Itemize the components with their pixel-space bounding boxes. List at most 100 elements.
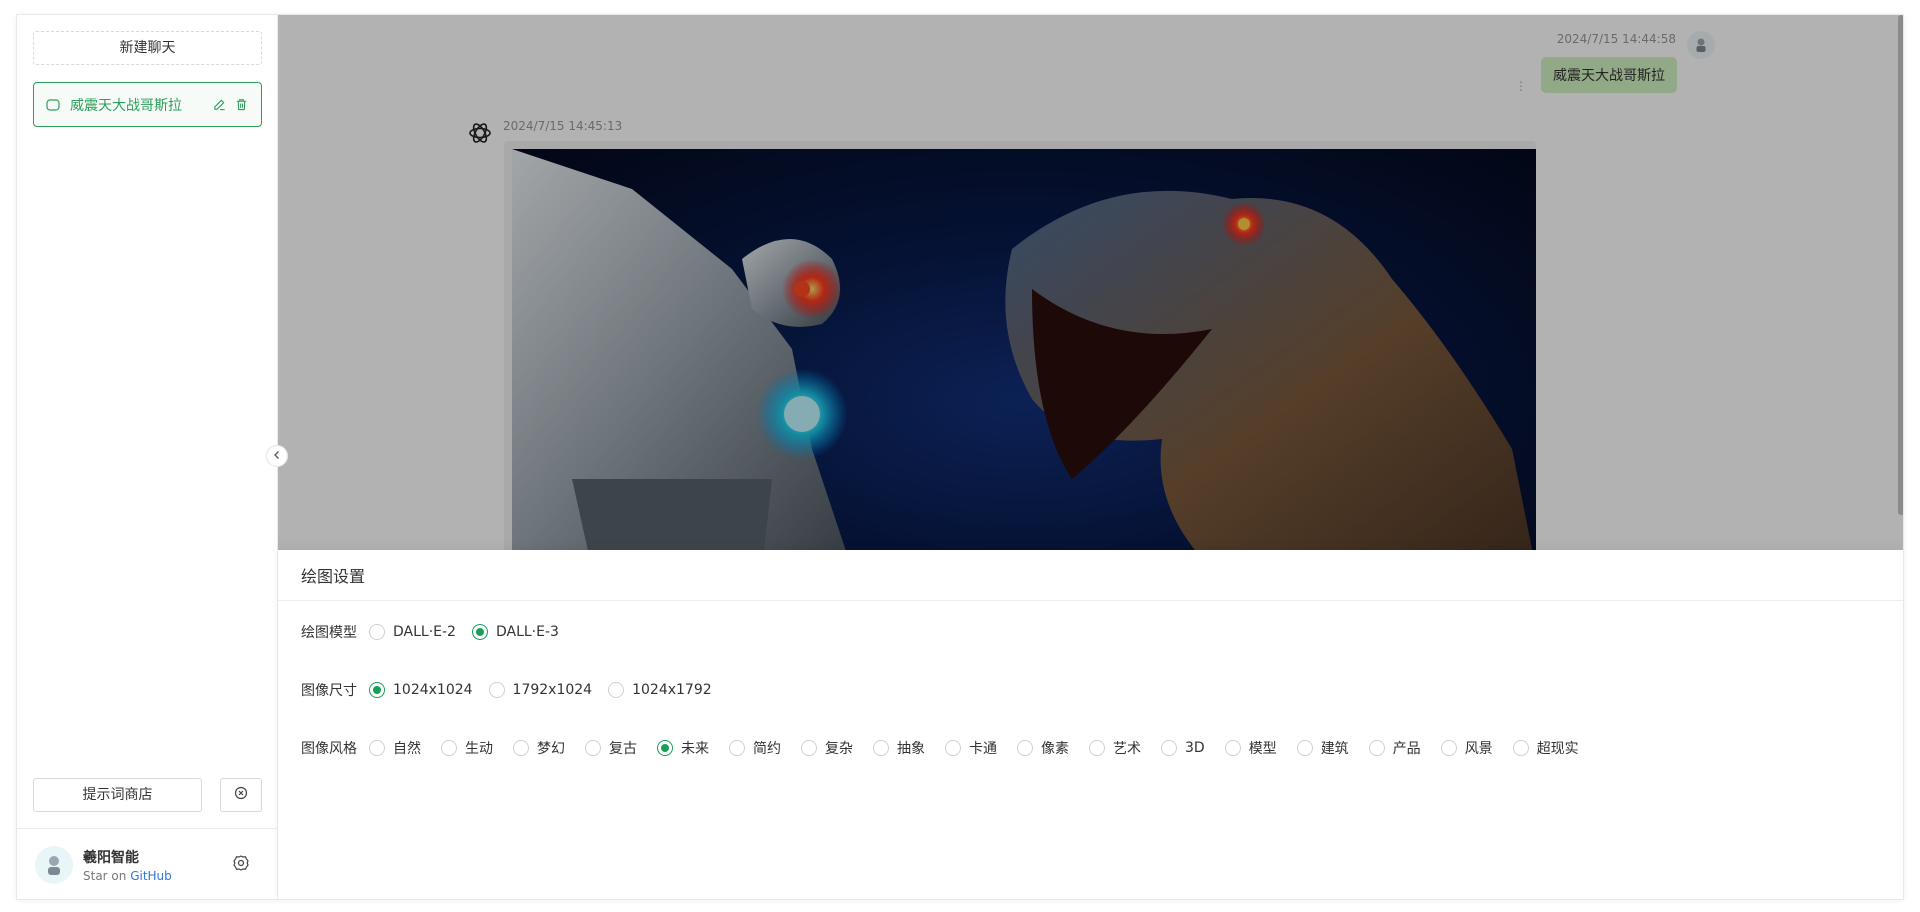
radio-button[interactable]	[369, 624, 385, 640]
collapse-sidebar-button[interactable]	[266, 445, 288, 467]
style-option[interactable]: 自然	[369, 738, 421, 758]
radio-label: 产品	[1392, 741, 1421, 757]
settings-button[interactable]	[231, 855, 251, 875]
gear-icon	[232, 854, 250, 876]
radio-button[interactable]	[471, 624, 488, 640]
radio-button[interactable]	[1161, 740, 1177, 756]
edit-icon[interactable]	[211, 97, 227, 113]
model-setting: 绘图模型 DALL·E-2 DALL·E-3	[301, 622, 575, 642]
radio-label: 简约	[753, 741, 781, 757]
radio-button[interactable]	[369, 740, 385, 756]
style-option[interactable]: 抽象	[873, 738, 925, 758]
radio-label: 建筑	[1320, 741, 1349, 757]
radio-button[interactable]	[488, 682, 505, 698]
star-text: Star on	[83, 869, 131, 883]
size-option[interactable]: 1024x1024	[369, 682, 473, 698]
radio-button[interactable]	[369, 682, 385, 698]
radio-label: 自然	[393, 741, 421, 757]
user-name: 羲阳智能	[83, 850, 139, 866]
size-label: 图像尺寸	[301, 683, 357, 699]
style-option[interactable]: 产品	[1368, 738, 1421, 758]
chat-title: 威震天大战哥斯拉	[70, 97, 182, 114]
radio-label: 1024x1792	[632, 682, 712, 698]
drawer-title: 绘图设置	[301, 567, 366, 586]
style-radio-group: 自然 生动 梦幻 复古 未来 简约 复杂 抽象 卡通 像素 艺术 3D 模型 建筑 产品 风景 超现实	[369, 738, 1599, 758]
radio-label: 风景	[1464, 741, 1493, 757]
size-radio-group: 1024x1024 1792x1024 1024x1792	[369, 682, 728, 698]
radio-button[interactable]	[1440, 740, 1457, 756]
drawer-header: 绘图设置	[278, 550, 1903, 601]
size-option[interactable]: 1024x1792	[608, 682, 712, 698]
style-option[interactable]: 艺术	[1089, 738, 1141, 758]
radio-button[interactable]	[1017, 740, 1033, 756]
radio-button[interactable]	[441, 740, 457, 756]
style-option[interactable]: 生动	[441, 738, 493, 758]
style-option[interactable]: 模型	[1224, 738, 1277, 758]
prompt-store-button[interactable]: 提示词商店	[33, 778, 202, 812]
radio-label: 卡通	[969, 741, 997, 757]
radio-label: 梦幻	[537, 741, 565, 757]
delete-icon[interactable]	[233, 97, 249, 113]
radio-label: 模型	[1248, 741, 1277, 757]
message-icon	[46, 98, 60, 111]
style-option[interactable]: 3D	[1161, 740, 1205, 756]
radio-label: 像素	[1041, 741, 1069, 757]
radio-button[interactable]	[801, 740, 817, 756]
close-circle-icon	[234, 786, 248, 804]
main-panel: 2024/7/15 14:44:58 威震天大战哥斯拉 ⋮ 2024/7/15 …	[278, 15, 1903, 899]
style-option[interactable]: 像素	[1017, 738, 1069, 758]
model-label: 绘图模型	[301, 625, 357, 641]
style-setting: 图像风格 自然 生动 梦幻 复古 未来 简约 复杂 抽象 卡通 像素 艺术 3D 模型 建筑 产品 风景 超现实	[301, 738, 1599, 758]
radio-button[interactable]	[657, 740, 673, 756]
radio-button[interactable]	[1368, 740, 1385, 756]
clear-history-button[interactable]	[220, 778, 262, 812]
size-option[interactable]: 1792x1024	[488, 682, 593, 698]
model-option[interactable]: DALL·E-3	[471, 624, 559, 640]
style-option[interactable]: 超现实	[1512, 738, 1579, 758]
model-radio-group: DALL·E-2 DALL·E-3	[369, 624, 575, 640]
radio-label: 复古	[609, 741, 637, 757]
radio-button[interactable]	[608, 682, 625, 698]
radio-label: 超现实	[1536, 741, 1579, 757]
radio-label: DALL·E-3	[495, 624, 559, 640]
radio-label: 未来	[681, 741, 709, 757]
chat-list-item[interactable]: 威震天大战哥斯拉	[33, 82, 262, 127]
radio-button[interactable]	[1512, 740, 1529, 756]
style-option[interactable]: 简约	[729, 738, 781, 758]
avatar[interactable]	[35, 846, 73, 884]
user-subtitle: Star on GitHub	[83, 869, 172, 883]
radio-button[interactable]	[1296, 740, 1313, 756]
sidebar: 新建聊天 威震天大战哥斯拉 提示词商店 羲阳智能 Star on GitHub	[17, 15, 278, 899]
radio-label: 1792x1024	[512, 682, 593, 698]
user-panel: 羲阳智能 Star on GitHub	[17, 828, 277, 899]
radio-label: 3D	[1185, 740, 1205, 756]
style-option[interactable]: 复杂	[801, 738, 853, 758]
radio-label: 复杂	[825, 741, 853, 757]
radio-button[interactable]	[513, 740, 529, 756]
radio-label: 1024x1024	[393, 682, 473, 698]
model-option[interactable]: DALL·E-2	[369, 624, 456, 640]
style-option[interactable]: 梦幻	[513, 738, 565, 758]
new-chat-button[interactable]: 新建聊天	[33, 31, 262, 65]
radio-label: 生动	[465, 741, 493, 757]
size-setting: 图像尺寸 1024x1024 1792x1024 1024x1792	[301, 680, 728, 700]
style-label: 图像风格	[301, 741, 357, 757]
radio-label: 抽象	[897, 741, 925, 757]
style-option[interactable]: 未来	[657, 738, 709, 758]
style-option[interactable]: 建筑	[1296, 738, 1349, 758]
radio-button[interactable]	[945, 740, 961, 756]
style-option[interactable]: 复古	[585, 738, 637, 758]
radio-button[interactable]	[729, 740, 745, 756]
style-option[interactable]: 风景	[1440, 738, 1493, 758]
radio-label: DALL·E-2	[393, 624, 456, 640]
chevron-left-icon	[272, 448, 282, 464]
drawing-settings-drawer: 绘图设置 绘图模型 DALL·E-2 DALL·E-3 图像尺寸 1024x102…	[278, 550, 1903, 899]
radio-button[interactable]	[585, 740, 601, 756]
github-link[interactable]: GitHub	[130, 869, 172, 883]
radio-button[interactable]	[873, 740, 889, 756]
radio-button[interactable]	[1224, 740, 1241, 756]
radio-button[interactable]	[1089, 740, 1105, 756]
app-window: 新建聊天 威震天大战哥斯拉 提示词商店 羲阳智能 Star on GitHub …	[16, 14, 1904, 900]
style-option[interactable]: 卡通	[945, 738, 997, 758]
radio-label: 艺术	[1113, 741, 1141, 757]
